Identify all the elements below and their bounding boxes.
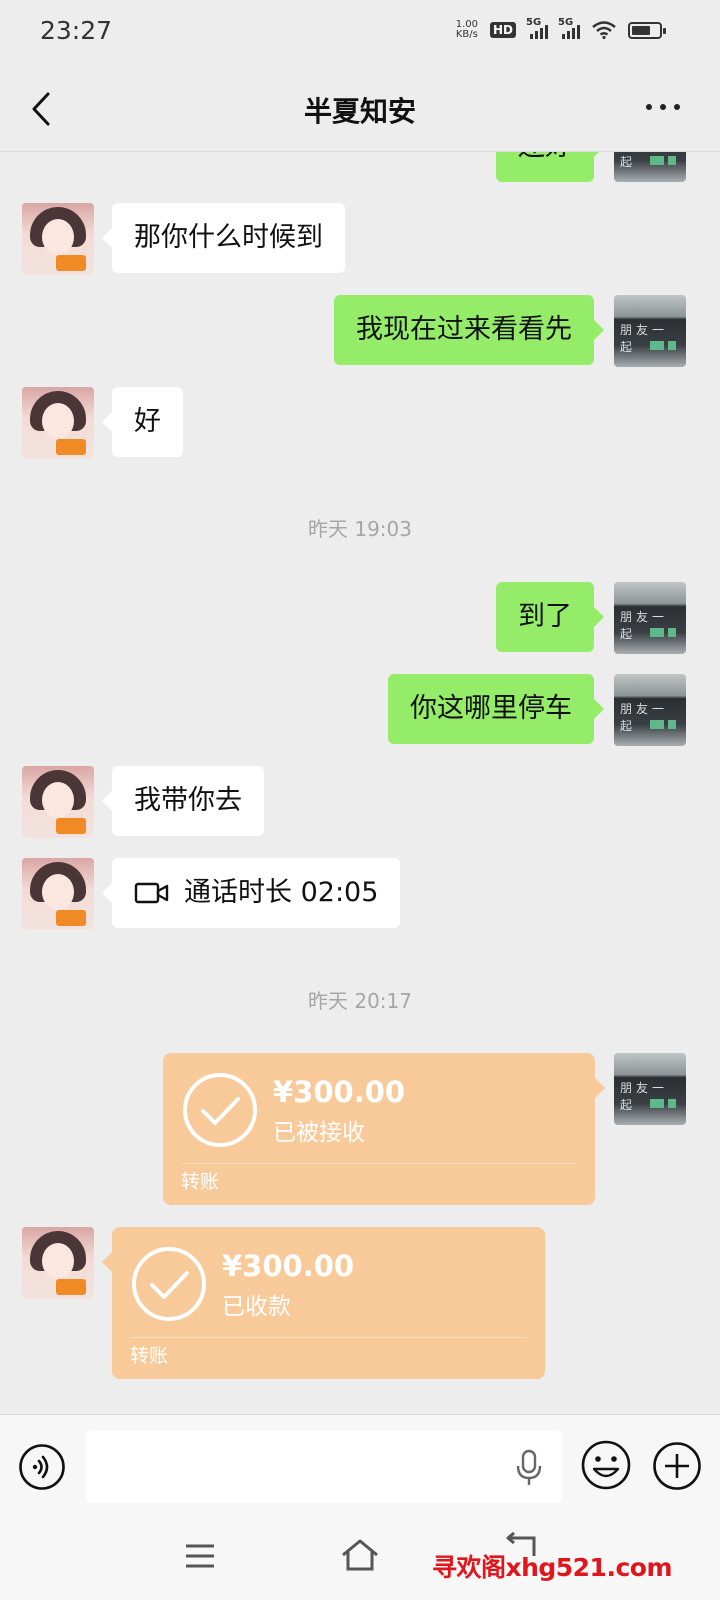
network-speed: 1.00 KB/s (456, 20, 478, 40)
more-options-icon[interactable] (646, 104, 680, 110)
contact-avatar[interactable] (22, 766, 94, 838)
call-record-bubble[interactable]: 通话时长 02:05 (101, 858, 401, 928)
input-bar (0, 1414, 720, 1518)
call-duration-text: 通话时长 02:05 (184, 877, 379, 908)
self-avatar[interactable]: 朋友一起 (614, 674, 686, 746)
check-circle-icon (132, 1247, 206, 1321)
transfer-status: 已收款 (222, 1294, 291, 1320)
timestamp: 昨天 20:17 (308, 989, 412, 1013)
message-input[interactable] (86, 1431, 562, 1503)
self-avatar[interactable]: 朋友一起 (614, 295, 686, 367)
system-nav-bar: 寻欢阁xhg521.com (0, 1518, 720, 1600)
status-bar: 23:27 1.00 KB/s HD 5G 5G (0, 0, 720, 66)
network-speed-unit: KB/s (455, 29, 478, 40)
message-bubble-contact[interactable]: 好 (102, 387, 183, 457)
self-avatar[interactable]: 朋友一起 (614, 1053, 686, 1125)
avatar-sign-text: 朋友一起 (620, 610, 669, 641)
message-bubble-contact[interactable]: 我带你去 (102, 766, 264, 836)
transfer-label: 转账 (181, 1171, 220, 1193)
status-time: 23:27 (40, 16, 113, 45)
check-circle-icon (183, 1073, 257, 1147)
message-bubble-self[interactable]: 我现在过来看看先 (334, 295, 604, 365)
transfer-status: 已被接收 (273, 1120, 365, 1146)
contact-avatar[interactable] (22, 203, 94, 275)
transfer-label: 转账 (130, 1345, 169, 1367)
hd-icon: HD (489, 22, 516, 38)
self-avatar[interactable]: 朋友一起 (614, 582, 686, 654)
message-bubble-self[interactable]: 还好 (496, 152, 604, 182)
plus-icon[interactable] (652, 1441, 702, 1491)
sim1-label: 5G (526, 17, 542, 28)
transfer-card-self[interactable]: ¥300.00 已被接收 转账 (163, 1053, 605, 1205)
avatar-sign-text: 朋友一起 (620, 702, 669, 733)
message-bubble-self[interactable]: 到了 (496, 582, 604, 652)
contact-avatar[interactable] (22, 1227, 94, 1299)
transfer-amount: ¥300.00 (222, 1249, 355, 1283)
transfer-divider (181, 1163, 577, 1164)
signal-sim2-icon: 5G (558, 17, 580, 39)
message-bubble-contact[interactable]: 那你什么时候到 (102, 203, 345, 273)
signal-sim1-icon: 5G (526, 17, 548, 39)
home-icon[interactable] (340, 1538, 380, 1572)
voice-mode-icon[interactable] (18, 1443, 66, 1491)
transfer-amount: ¥300.00 (273, 1075, 406, 1109)
message-list[interactable]: 还好 朋友一起 那你什么时候到 我现在过来看看先 朋友一起 好 昨天 19:03… (0, 152, 720, 1414)
message-bubble-self[interactable]: 你这哪里停车 (388, 674, 604, 744)
self-avatar[interactable]: 朋友一起 (614, 152, 686, 182)
contact-avatar[interactable] (22, 387, 94, 459)
transfer-divider (130, 1337, 527, 1338)
transfer-card-contact[interactable]: ¥300.00 已收款 转账 (102, 1227, 545, 1379)
battery-icon (628, 21, 666, 39)
emoji-icon[interactable] (580, 1439, 632, 1491)
status-icons: 1.00 KB/s HD 5G 5G (456, 17, 666, 40)
avatar-sign-text: 朋友一起 (620, 1081, 669, 1112)
contact-avatar[interactable] (22, 858, 94, 930)
watermark-text: 寻欢阁xhg521.com (431, 1553, 673, 1582)
avatar-sign-text: 朋友一起 (620, 323, 669, 354)
sim2-label: 5G (558, 17, 574, 28)
video-call-icon (134, 882, 169, 904)
timestamp: 昨天 19:03 (308, 517, 412, 541)
chat-title: 半夏知安 (303, 95, 416, 128)
wifi-icon (592, 21, 616, 39)
menu-icon[interactable] (184, 1542, 216, 1570)
chat-header: 半夏知安 (0, 66, 720, 152)
microphone-icon[interactable] (514, 1449, 544, 1487)
